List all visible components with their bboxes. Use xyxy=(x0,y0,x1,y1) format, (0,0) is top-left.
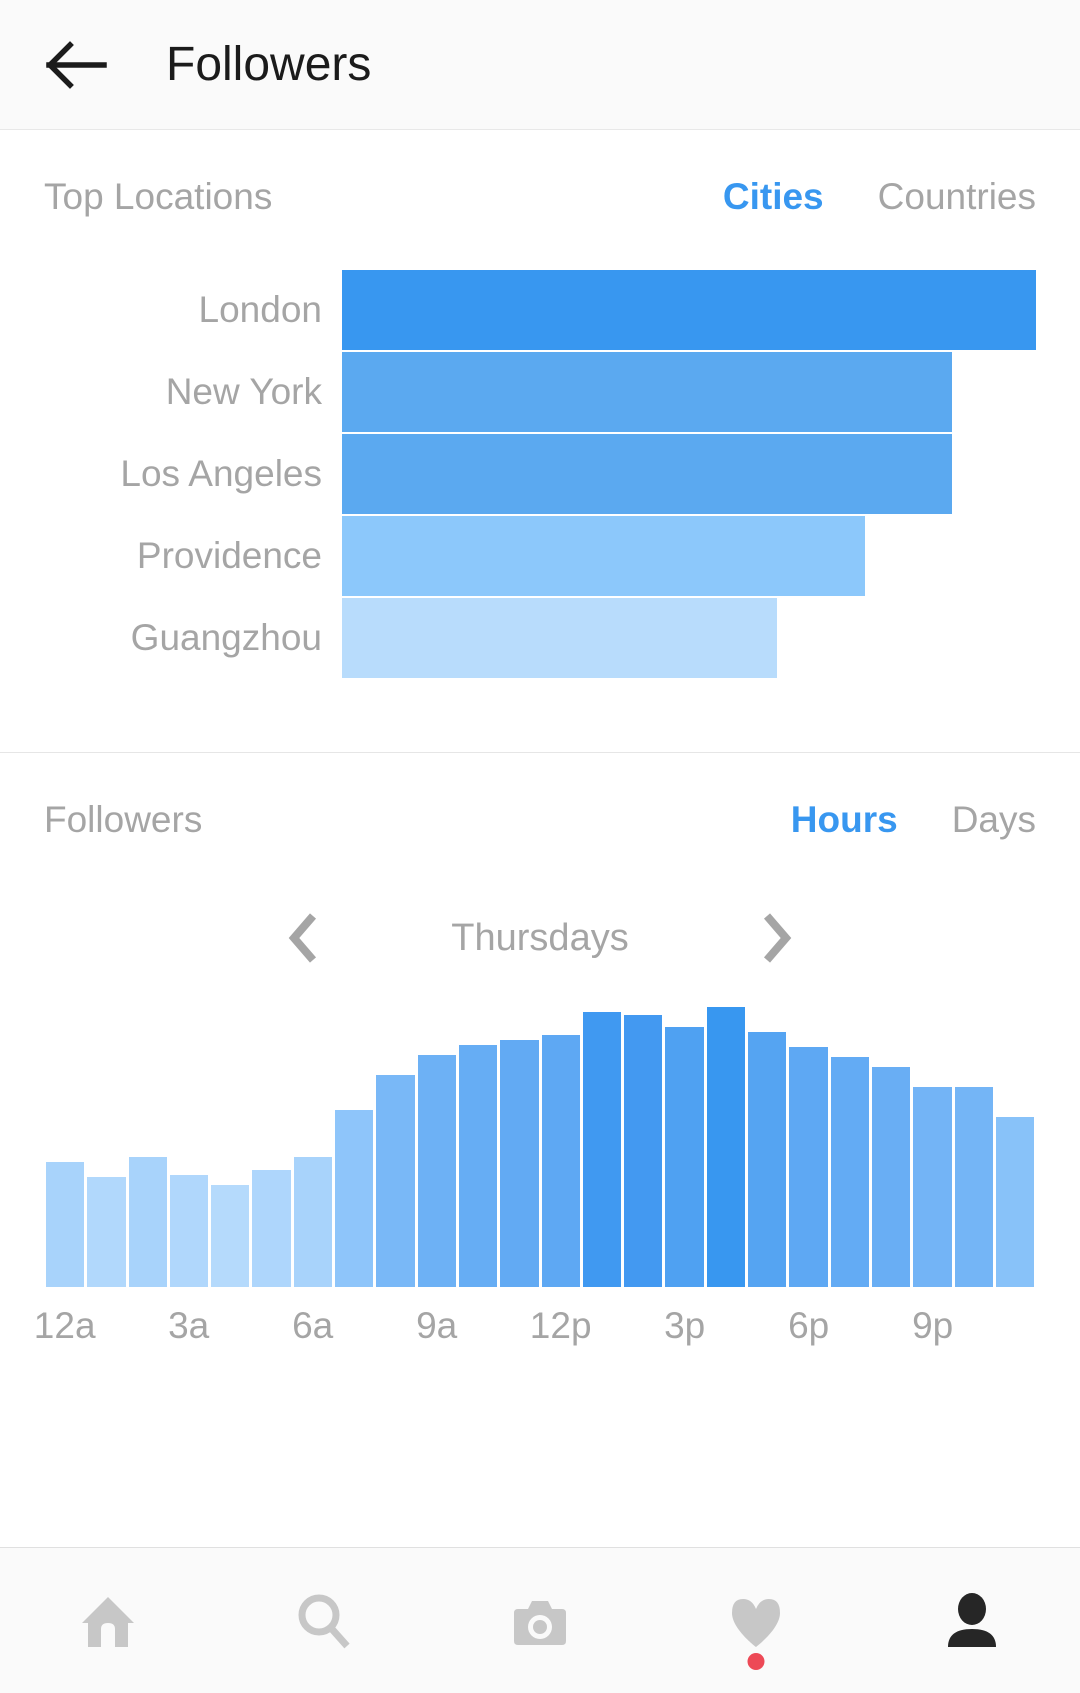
hour-bar xyxy=(128,1157,167,1287)
hour-bar xyxy=(706,1007,746,1287)
location-bar-track xyxy=(342,352,1036,432)
heart-icon xyxy=(732,1598,780,1647)
location-label: Los Angeles xyxy=(120,453,322,494)
hourly-activity-chart xyxy=(44,987,1036,1287)
hour-bar xyxy=(665,1027,704,1287)
location-bar-track xyxy=(342,516,1036,596)
current-day-label: Thursdays xyxy=(451,916,629,959)
followers-activity-title: Followers xyxy=(44,799,203,840)
layout-spacer xyxy=(0,1371,1080,1547)
hour-bar xyxy=(252,1169,291,1287)
hour-bar xyxy=(169,1174,209,1287)
activity-badge-dot xyxy=(747,1652,765,1670)
chevron-right-icon xyxy=(763,913,792,963)
bottom-navigation xyxy=(0,1547,1080,1693)
back-button[interactable] xyxy=(40,28,114,102)
app-screen: Followers Top Locations Cities Countries… xyxy=(0,0,1080,1693)
location-row: New York xyxy=(44,352,1036,432)
nav-profile[interactable] xyxy=(864,1548,1080,1693)
location-bar xyxy=(342,516,866,596)
location-label: Providence xyxy=(136,535,322,576)
location-bar xyxy=(342,598,778,678)
location-bar-track xyxy=(342,434,1036,514)
hour-bar xyxy=(871,1067,911,1287)
hourly-axis-labels: 12a 3a 6a 9a 12p 3p 6p 9p xyxy=(34,1305,1036,1371)
tab-days[interactable]: Days xyxy=(952,799,1036,841)
next-day-button[interactable] xyxy=(745,907,807,969)
location-bar xyxy=(342,270,1036,350)
day-navigator: Thursdays xyxy=(44,907,1036,969)
hour-bar xyxy=(748,1032,787,1287)
hour-tick-label: 6p xyxy=(788,1305,830,1346)
hour-bar xyxy=(954,1087,993,1287)
hour-bar xyxy=(417,1054,456,1287)
location-label: New York xyxy=(165,371,322,412)
nav-activity[interactable] xyxy=(648,1548,864,1693)
app-bar: Followers xyxy=(0,0,1080,130)
hour-bar xyxy=(46,1162,85,1287)
hour-bar xyxy=(541,1034,580,1287)
location-row: London xyxy=(44,270,1036,350)
location-row: Providence xyxy=(44,516,1036,596)
top-locations-section: Top Locations Cities Countries London New… xyxy=(0,130,1080,680)
location-bar xyxy=(342,434,953,514)
hour-tick-label: 3p xyxy=(664,1305,706,1346)
search-icon xyxy=(298,1594,350,1648)
hour-bar xyxy=(376,1074,415,1287)
hour-bar xyxy=(582,1012,622,1287)
hour-bar xyxy=(995,1117,1035,1287)
location-label: London xyxy=(198,289,322,330)
nav-camera[interactable] xyxy=(432,1548,648,1693)
hour-bar xyxy=(87,1177,126,1287)
tab-cities[interactable]: Cities xyxy=(723,176,824,218)
chevron-left-icon xyxy=(288,913,317,963)
top-locations-header: Top Locations Cities Countries xyxy=(44,130,1036,218)
hour-bar xyxy=(458,1044,498,1287)
hour-bar xyxy=(335,1109,374,1287)
top-locations-chart: London New York Los Angeles Providence Guang… xyxy=(44,270,1036,678)
camera-icon xyxy=(514,1600,566,1645)
nav-home[interactable] xyxy=(0,1548,216,1693)
followers-tab-group: Hours Days xyxy=(791,799,1036,841)
nav-search[interactable] xyxy=(216,1548,432,1693)
home-icon xyxy=(82,1596,134,1647)
tab-hours[interactable]: Hours xyxy=(791,799,898,841)
location-bar-track xyxy=(342,270,1036,350)
top-locations-title: Top Locations xyxy=(44,176,273,217)
location-label: Guangzhou xyxy=(130,617,322,658)
person-icon xyxy=(948,1592,996,1647)
hour-tick-label: 9a xyxy=(416,1305,458,1346)
hour-bar xyxy=(624,1014,663,1287)
hour-tick-label: 9p xyxy=(912,1305,954,1346)
hour-tick-label: 6a xyxy=(292,1305,334,1346)
tab-countries[interactable]: Countries xyxy=(878,176,1036,218)
location-row: Los Angeles xyxy=(44,434,1036,514)
location-bar-track xyxy=(342,598,1036,678)
location-bar xyxy=(342,352,953,432)
hour-bar xyxy=(913,1087,952,1287)
hour-tick-label: 12p xyxy=(529,1305,592,1346)
location-row: Guangzhou xyxy=(44,598,1036,678)
hour-tick-label: 12a xyxy=(33,1305,96,1346)
followers-activity-header: Followers Hours Days xyxy=(44,753,1036,841)
hour-bar xyxy=(789,1047,828,1287)
followers-activity-section: Followers Hours Days Thursdays 12a 3a 6a 9a… xyxy=(0,753,1080,1371)
hour-bar xyxy=(293,1157,333,1287)
hour-bar xyxy=(211,1184,250,1287)
hour-bar xyxy=(500,1039,539,1287)
arrow-left-icon xyxy=(46,40,107,89)
hour-tick-label: 3a xyxy=(168,1305,210,1346)
page-title: Followers xyxy=(166,38,372,91)
locations-tab-group: Cities Countries xyxy=(723,176,1036,218)
prev-day-button[interactable] xyxy=(273,907,335,969)
hour-bar xyxy=(830,1057,869,1287)
